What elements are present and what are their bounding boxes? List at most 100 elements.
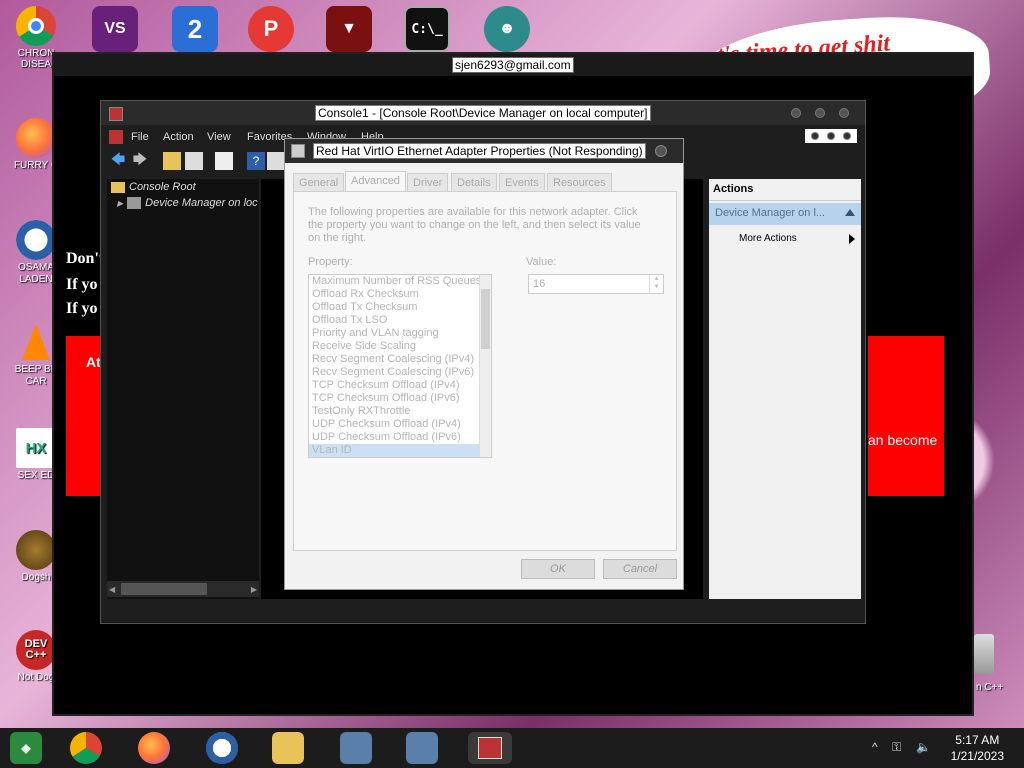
- actions-pane: Actions Device Manager on l... More Acti…: [709, 179, 861, 599]
- tree-hscrollbar[interactable]: ◀ ▶: [107, 581, 259, 597]
- show-hide-action-pane-icon[interactable]: [267, 152, 285, 170]
- menu-file[interactable]: File: [131, 131, 149, 143]
- list-item[interactable]: TCP Checksum Offload (IPv6): [309, 392, 491, 405]
- tab-general[interactable]: General: [293, 173, 345, 191]
- actions-selected-item[interactable]: Device Manager on l...: [709, 203, 861, 225]
- menu-view[interactable]: View: [207, 131, 231, 143]
- mmc-titlebar[interactable]: Console1 - [Console Root\Device Manager …: [101, 101, 865, 125]
- mmc-taskbar-button[interactable]: [468, 732, 512, 764]
- clock[interactable]: 5:17 AM 1/21/2023: [951, 732, 1004, 764]
- taskbar: ◈ ^ ⚿ 🔈 5:17 AM 1/21/2023: [0, 728, 1024, 768]
- bg-text-line-2: If yo: [66, 276, 98, 293]
- value-input[interactable]: 16 ▲ ▼: [528, 274, 664, 294]
- scroll-right-icon[interactable]: ▶: [251, 585, 257, 594]
- list-item[interactable]: Priority and VLAN tagging: [309, 327, 491, 340]
- spin-down-icon[interactable]: ▼: [650, 283, 663, 291]
- show-hide-tree-icon[interactable]: [185, 152, 203, 170]
- properties-icon[interactable]: [215, 152, 233, 170]
- adapter-properties-dialog[interactable]: Red Hat VirtIO Ethernet Adapter Properti…: [284, 138, 684, 590]
- value-spinner[interactable]: ▲ ▼: [649, 275, 663, 293]
- cancel-button[interactable]: Cancel: [603, 559, 677, 579]
- menu-action[interactable]: Action: [163, 131, 194, 143]
- recycle-bin-icon[interactable]: [974, 634, 994, 674]
- folder-up-icon[interactable]: [163, 152, 181, 170]
- list-item[interactable]: Offload Rx Checksum: [309, 288, 491, 301]
- tab-events[interactable]: Events: [499, 173, 545, 191]
- ok-button[interactable]: OK: [521, 559, 595, 579]
- file-explorer-icon[interactable]: [272, 732, 304, 764]
- bat-icon[interactable]: ▼: [326, 6, 372, 52]
- obama-logo-icon: [16, 220, 56, 260]
- clock-time: 5:17 AM: [955, 733, 1000, 747]
- back-arrow-icon[interactable]: 🡄: [109, 151, 127, 170]
- help-icon[interactable]: ?: [247, 152, 265, 170]
- minimize-button[interactable]: [791, 108, 801, 118]
- dialog-titlebar[interactable]: Red Hat VirtIO Ethernet Adapter Properti…: [285, 139, 683, 163]
- list-item[interactable]: Offload Tx Checksum: [309, 301, 491, 314]
- tab-advanced[interactable]: Advanced: [345, 171, 406, 191]
- volume-icon[interactable]: 🔈: [916, 740, 931, 754]
- dialog-tabs: General Advanced Driver Details Events R…: [293, 171, 675, 191]
- browser-titlebar[interactable]: sjen6293@gmail.com: [54, 54, 972, 76]
- network-tray-icon[interactable]: ⚿: [892, 740, 901, 755]
- property-list[interactable]: Maximum Number of RSS Queues Offload Rx …: [308, 274, 492, 458]
- list-item[interactable]: Receive Side Scaling: [309, 340, 491, 353]
- expand-arrow-icon[interactable]: ▶: [117, 199, 123, 208]
- folder-icon: [111, 181, 125, 193]
- child-close-button[interactable]: [843, 132, 851, 140]
- mmc-window-controls: [791, 108, 849, 118]
- bg-text-line-1: Don't: [66, 250, 105, 267]
- property-list-scrollbar[interactable]: [479, 275, 491, 457]
- scroll-thumb[interactable]: [481, 289, 490, 349]
- close-button[interactable]: [839, 108, 849, 118]
- spin-up-icon[interactable]: ▲: [650, 275, 663, 283]
- tree-item-device-manager[interactable]: ▶ Device Manager on loc: [117, 197, 258, 209]
- tab-details[interactable]: Details: [451, 173, 497, 191]
- mmc-app-icon: [109, 107, 123, 121]
- red-panel-left-text: At: [86, 354, 101, 370]
- santa-icon[interactable]: ☻: [484, 6, 530, 52]
- list-item[interactable]: UDP Checksum Offload (IPv4): [309, 418, 491, 431]
- forward-arrow-icon[interactable]: 🡆: [131, 151, 149, 170]
- network-icon-2[interactable]: [406, 732, 438, 764]
- panel-description: The following properties are available f…: [308, 206, 641, 244]
- tab-driver[interactable]: Driver: [407, 173, 449, 191]
- visual-studio-icon[interactable]: VS: [92, 6, 138, 52]
- child-maximize-button[interactable]: [827, 132, 835, 140]
- cmd-icon[interactable]: C:\_: [404, 6, 450, 52]
- maximize-button[interactable]: [815, 108, 825, 118]
- red-panel-right-text: an become: [868, 432, 938, 448]
- bg-text-line-3: If yo: [66, 300, 98, 317]
- obama-icon[interactable]: [206, 732, 238, 764]
- tab-resources[interactable]: Resources: [547, 173, 612, 191]
- list-item[interactable]: Maximum Number of RSS Queues: [309, 275, 491, 288]
- network-adapter-icon: [291, 144, 305, 158]
- device-manager-icon: [127, 197, 142, 209]
- network-icon[interactable]: [340, 732, 372, 764]
- list-item[interactable]: Offload Tx LSO: [309, 314, 491, 327]
- scroll-left-icon[interactable]: ◀: [109, 585, 115, 594]
- number-2-icon[interactable]: 2: [172, 6, 218, 52]
- scroll-thumb[interactable]: [121, 583, 207, 595]
- start-icon[interactable]: ◈: [10, 732, 42, 764]
- mmc-title: Console1 - [Console Root\Device Manager …: [315, 105, 651, 121]
- list-item-selected[interactable]: VLan ID: [309, 444, 491, 457]
- dialog-close-button[interactable]: [655, 145, 667, 157]
- list-item[interactable]: Recv Segment Coalescing (IPv4): [309, 353, 491, 366]
- child-minimize-button[interactable]: [811, 132, 819, 140]
- show-hidden-icons-icon[interactable]: ^: [872, 740, 878, 754]
- more-actions-item[interactable]: More Actions: [709, 225, 861, 244]
- hx-icon: HX: [16, 428, 56, 468]
- firefox-icon[interactable]: [138, 732, 170, 764]
- list-item[interactable]: UDP Checksum Offload (IPv6): [309, 431, 491, 444]
- list-item[interactable]: Recv Segment Coalescing (IPv6): [309, 366, 491, 379]
- collapse-arrow-icon[interactable]: [845, 209, 855, 216]
- mmc-icon: [478, 737, 502, 759]
- tree-item-console-root[interactable]: Console Root: [111, 181, 196, 193]
- list-item[interactable]: TCP Checksum Offload (IPv4): [309, 379, 491, 392]
- menu-app-icon: [109, 130, 123, 144]
- list-item[interactable]: TestOnly RXThrottle: [309, 405, 491, 418]
- p-icon[interactable]: P: [248, 6, 294, 52]
- chrome-icon[interactable]: [70, 732, 102, 764]
- chrome-icon: [16, 6, 56, 46]
